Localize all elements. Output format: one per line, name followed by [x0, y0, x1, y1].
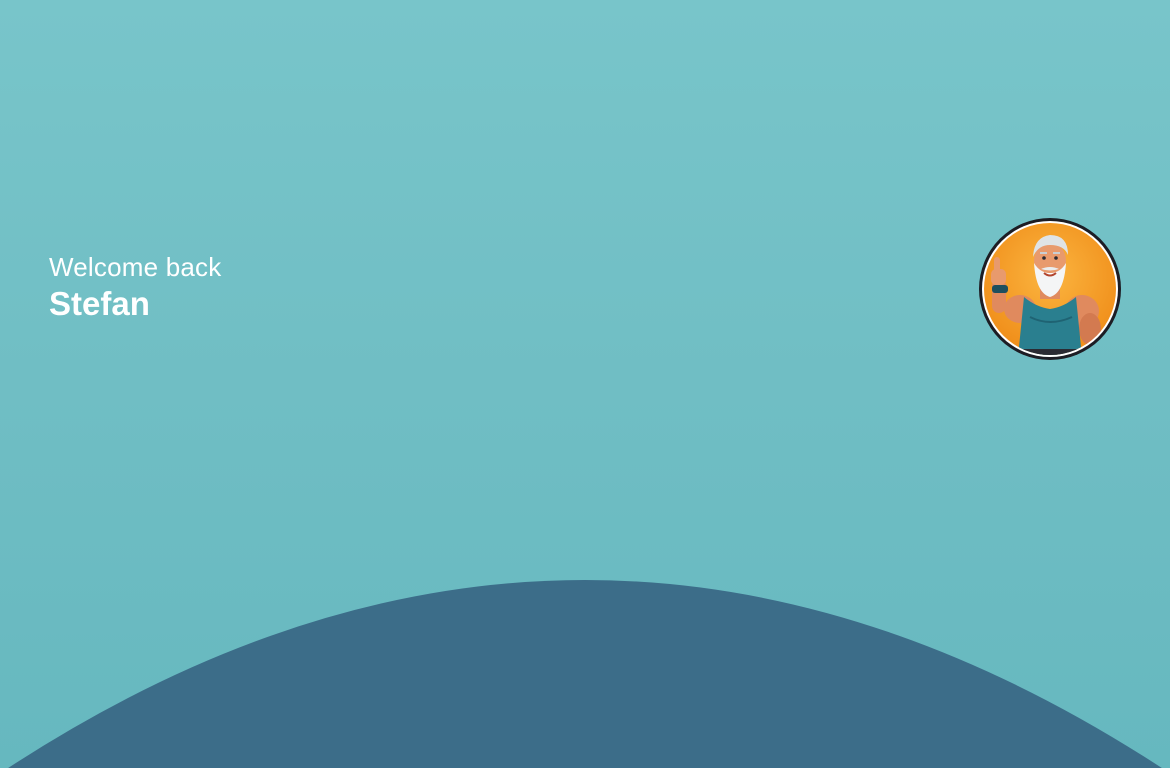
profile-avatar-icon: [979, 218, 1121, 360]
greeting-header: Welcome back Stefan: [49, 250, 221, 324]
decorative-arc: [8, 580, 1162, 768]
welcome-text: Welcome back: [49, 252, 222, 282]
user-name: Stefan: [49, 285, 150, 322]
avatar[interactable]: [978, 217, 1122, 361]
